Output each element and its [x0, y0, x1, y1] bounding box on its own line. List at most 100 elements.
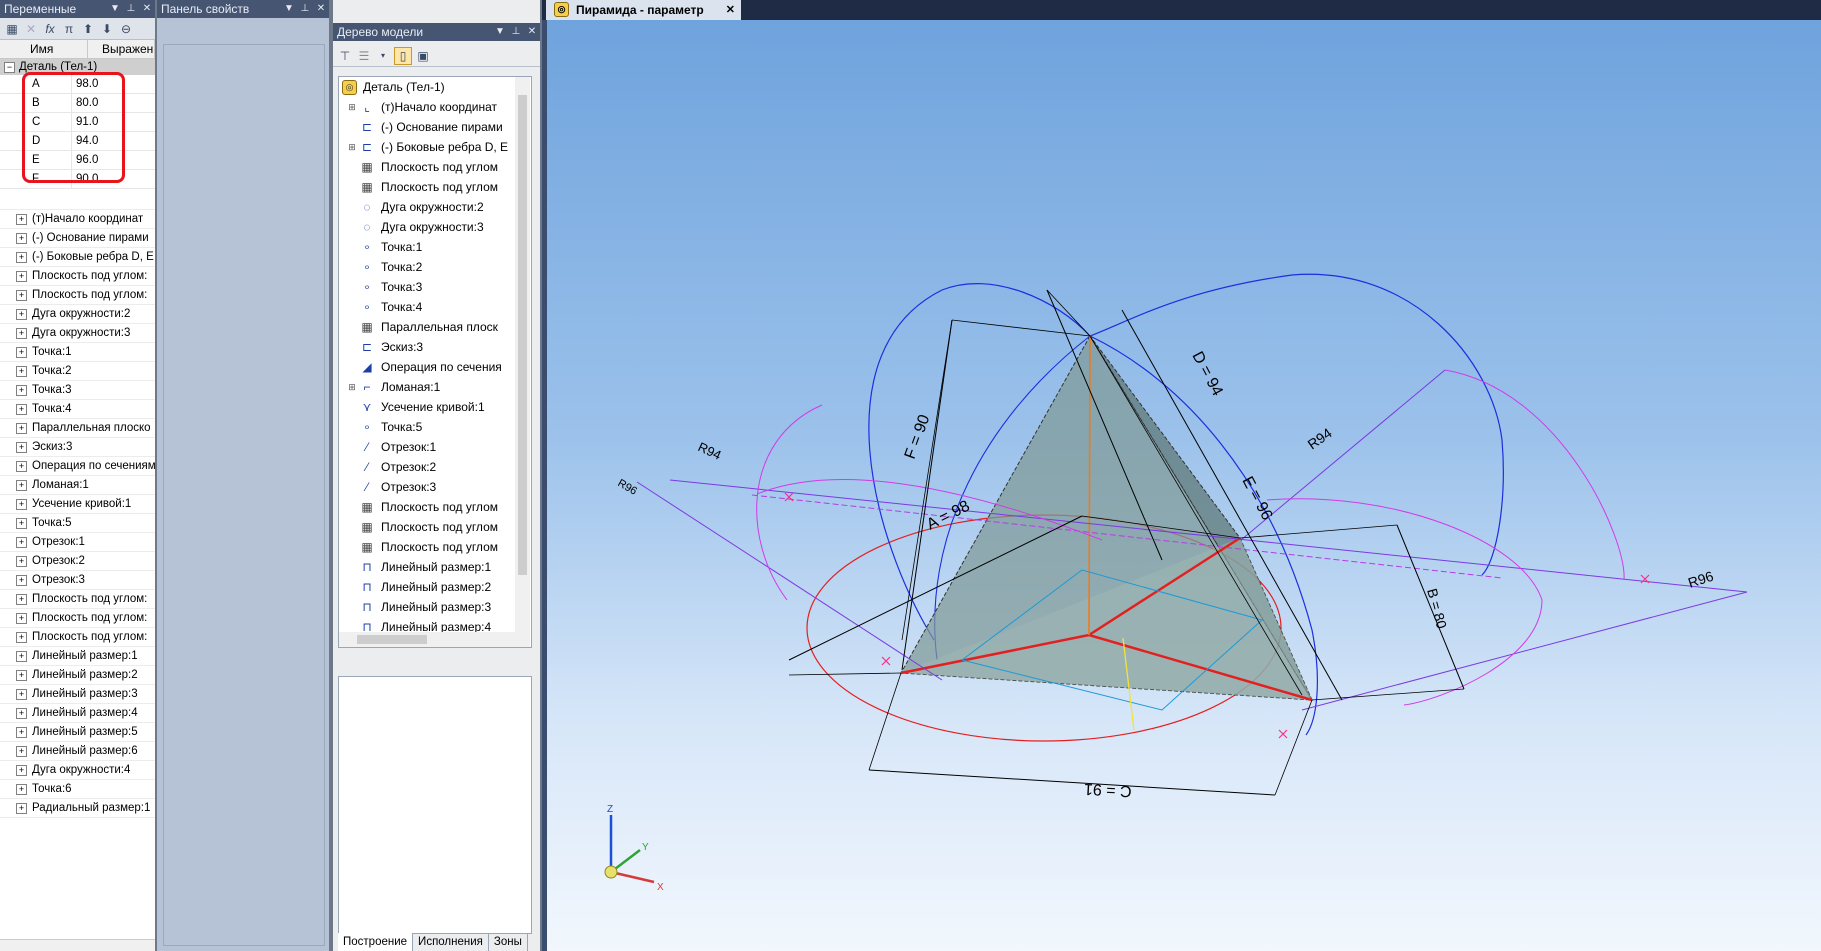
- variables-tree-item[interactable]: + Отрезок:2: [0, 552, 155, 571]
- expand-icon[interactable]: +: [16, 232, 27, 244]
- variables-tree-item[interactable]: + (-) Боковые ребра D, E: [0, 248, 155, 267]
- expand-icon[interactable]: +: [16, 270, 27, 282]
- variables-tree-item[interactable]: + Параллельная плоско: [0, 419, 155, 438]
- radius-label[interactable]: R94: [1305, 424, 1335, 452]
- delete-icon[interactable]: ✕: [23, 21, 39, 37]
- expand-icon[interactable]: +: [16, 536, 27, 548]
- variables-tree-item[interactable]: + Эскиз:3: [0, 438, 155, 457]
- dim-label-C[interactable]: C = 91: [1084, 780, 1133, 799]
- arrow-up-icon[interactable]: ⬆: [80, 21, 96, 37]
- scroll-thumb[interactable]: [518, 95, 527, 575]
- dim-label-B[interactable]: B = 80: [1424, 587, 1450, 631]
- expand-icon[interactable]: +: [16, 327, 27, 339]
- tree-item[interactable]: ∘ Точка:5: [339, 417, 531, 437]
- dim-label-F[interactable]: F = 90: [902, 412, 934, 461]
- tree-item[interactable]: ▦ Плоскость под углом: [339, 157, 531, 177]
- scroll-thumb[interactable]: [357, 635, 427, 644]
- tree-list-icon[interactable]: ☰: [356, 48, 372, 64]
- expand-icon[interactable]: +: [16, 308, 27, 320]
- document-tab[interactable]: ◎ Пирамида - параметр ✕: [546, 0, 741, 20]
- tree-item[interactable]: ⁄ Отрезок:1: [339, 437, 531, 457]
- expand-icon[interactable]: +: [16, 688, 27, 700]
- expand-icon[interactable]: +: [16, 726, 27, 738]
- tree-item[interactable]: ⁄ Отрезок:2: [339, 457, 531, 477]
- variables-tree-item[interactable]: + Дуга окружности:3: [0, 324, 155, 343]
- tree-item[interactable]: ▦ Параллельная плоск: [339, 317, 531, 337]
- variables-tree-item[interactable]: + Точка:5: [0, 514, 155, 533]
- new-variable-icon[interactable]: ▦: [4, 21, 20, 37]
- tree-item[interactable]: ▦ Плоскость под углом: [339, 177, 531, 197]
- tree-item[interactable]: ⊞ ⌐ Ломаная:1: [339, 377, 531, 397]
- expand-icon[interactable]: +: [16, 365, 27, 377]
- tree-item[interactable]: ◢ Операция по сечения: [339, 357, 531, 377]
- close-icon[interactable]: ✕: [139, 0, 155, 18]
- expand-icon[interactable]: +: [16, 574, 27, 586]
- expand-icon[interactable]: +: [16, 593, 27, 605]
- variables-tree-item[interactable]: + Дуга окружности:2: [0, 305, 155, 324]
- variables-tree-item[interactable]: + Усечение кривой:1: [0, 495, 155, 514]
- variables-tree-item[interactable]: + Точка:4: [0, 400, 155, 419]
- variables-tree-item[interactable]: + Ломаная:1: [0, 476, 155, 495]
- tree-item[interactable]: ∘ Точка:4: [339, 297, 531, 317]
- model-scene[interactable]: A = 98 F = 90 D = 94 E = 96 B = 80 C = 9…: [542, 20, 1821, 951]
- expand-icon[interactable]: +: [16, 403, 27, 415]
- radius-label[interactable]: R94: [696, 439, 724, 463]
- variables-tree-item[interactable]: + Точка:3: [0, 381, 155, 400]
- expand-icon[interactable]: +: [16, 479, 27, 491]
- tree-item[interactable]: ▦ Плоскость под углом: [339, 537, 531, 557]
- expand-icon[interactable]: ⊞: [345, 137, 359, 157]
- tree-structure-icon[interactable]: ⊤: [337, 48, 353, 64]
- expand-icon[interactable]: ⊞: [345, 377, 359, 397]
- expand-icon[interactable]: +: [16, 498, 27, 510]
- tree-item[interactable]: ⊏ Эскиз:3: [339, 337, 531, 357]
- tab-zones[interactable]: Зоны: [489, 933, 528, 951]
- tree-item[interactable]: ▦ Плоскость под углом: [339, 517, 531, 537]
- close-icon[interactable]: ✕: [524, 23, 540, 41]
- tree-item[interactable]: ⊞ ⌞ (т)Начало координат: [339, 97, 531, 117]
- tree-item[interactable]: ⊓ Линейный размер:1: [339, 557, 531, 577]
- column-expression[interactable]: Выражен: [88, 40, 155, 58]
- expand-icon[interactable]: +: [16, 631, 27, 643]
- pin-icon[interactable]: ⊥: [123, 0, 139, 18]
- variables-tree-item[interactable]: + (-) Основание пирами: [0, 229, 155, 248]
- expand-icon[interactable]: +: [16, 251, 27, 263]
- close-icon[interactable]: ✕: [313, 0, 329, 18]
- split-icon[interactable]: ▣: [415, 48, 431, 64]
- variables-tree-item[interactable]: + Линейный размер:4: [0, 704, 155, 723]
- variables-tree-item[interactable]: + Линейный размер:2: [0, 666, 155, 685]
- variables-tree-item[interactable]: + Линейный размер:6: [0, 742, 155, 761]
- tree-item[interactable]: ◌ Дуга окружности:3: [339, 217, 531, 237]
- expand-icon[interactable]: +: [16, 213, 27, 225]
- dim-label-E[interactable]: E = 96: [1238, 474, 1275, 523]
- expand-icon[interactable]: +: [16, 783, 27, 795]
- tree-item[interactable]: ⁄ Отрезок:3: [339, 477, 531, 497]
- variables-tree-item[interactable]: + Точка:2: [0, 362, 155, 381]
- variables-tree-item[interactable]: + Линейный размер:5: [0, 723, 155, 742]
- variables-tree-item[interactable]: + Точка:6: [0, 780, 155, 799]
- dim-label-D[interactable]: D = 94: [1188, 349, 1225, 399]
- function-icon[interactable]: fx: [42, 21, 58, 37]
- variables-tree-item[interactable]: + Плоскость под углом:: [0, 628, 155, 647]
- expand-icon[interactable]: +: [16, 422, 27, 434]
- tree-item[interactable]: ∘ Точка:2: [339, 257, 531, 277]
- expand-icon[interactable]: +: [16, 460, 27, 472]
- variables-tree-item[interactable]: + Плоскость под углом:: [0, 590, 155, 609]
- tree-item[interactable]: ∘ Точка:1: [339, 237, 531, 257]
- tree-item[interactable]: ⊞ ⊏ (-) Боковые ребра D, E: [339, 137, 531, 157]
- chevron-down-icon[interactable]: ▾: [375, 48, 391, 64]
- variables-tree-item[interactable]: + Плоскость под углом:: [0, 609, 155, 628]
- tab-variants[interactable]: Исполнения: [413, 933, 489, 951]
- variables-tree-item[interactable]: + (т)Начало координат: [0, 210, 155, 229]
- expand-icon[interactable]: +: [16, 669, 27, 681]
- variables-tree-item[interactable]: + Плоскость под углом:: [0, 267, 155, 286]
- expand-icon[interactable]: +: [16, 384, 27, 396]
- expand-icon[interactable]: +: [16, 555, 27, 567]
- radius-label[interactable]: R96: [1686, 568, 1716, 591]
- variables-tree-item[interactable]: + Точка:1: [0, 343, 155, 362]
- tree-item[interactable]: ⊓ Линейный размер:3: [339, 597, 531, 617]
- variables-tree-item[interactable]: + Отрезок:1: [0, 533, 155, 552]
- expand-icon[interactable]: +: [16, 802, 27, 814]
- pi-icon[interactable]: π: [61, 21, 77, 37]
- arrow-down-icon[interactable]: ⬇: [99, 21, 115, 37]
- expand-icon[interactable]: +: [16, 650, 27, 662]
